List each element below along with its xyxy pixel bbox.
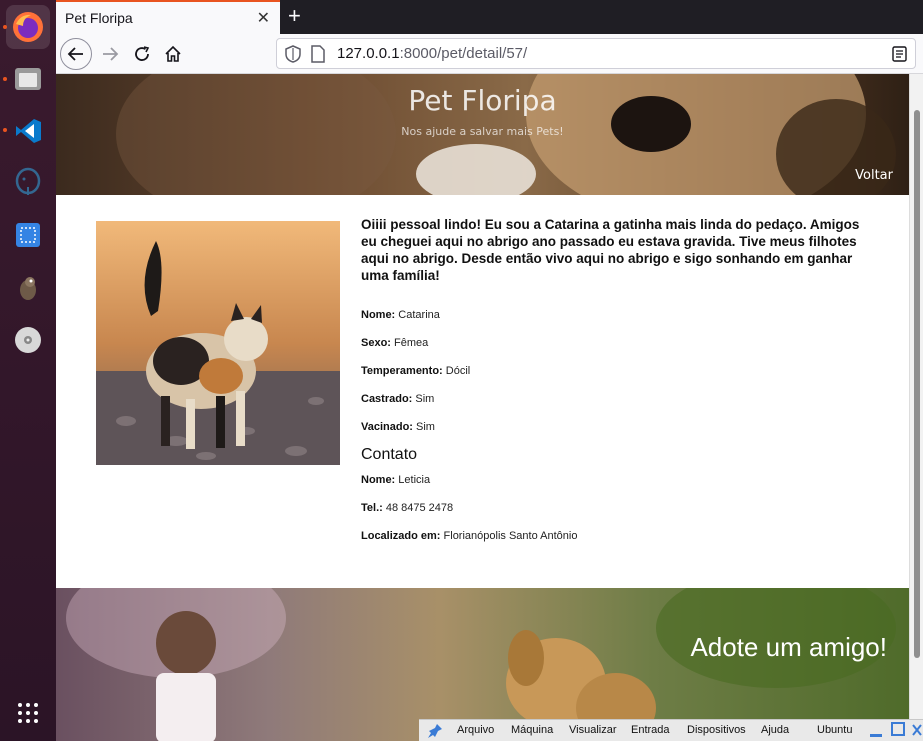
files-icon[interactable] xyxy=(6,57,50,101)
field-nome: Nome: Catarina xyxy=(361,309,440,321)
menu-visualizar[interactable]: Visualizar xyxy=(569,724,617,736)
field-label: Vacinado: xyxy=(361,421,413,433)
menu-entrada[interactable]: Entrada xyxy=(631,724,670,736)
close-tab-icon[interactable]: ✕ xyxy=(257,8,270,27)
field-label: Nome: xyxy=(361,309,396,321)
host-label: Ubuntu xyxy=(817,724,853,736)
field-value: Leticia xyxy=(398,474,431,486)
disc-icon[interactable] xyxy=(6,318,50,362)
back-button[interactable] xyxy=(60,38,92,70)
url-bar[interactable]: 127.0.0.1:8000/pet/detail/57/ xyxy=(276,38,916,69)
home-button[interactable] xyxy=(157,38,189,70)
reload-icon xyxy=(135,46,150,61)
field-label: Temperamento: xyxy=(361,365,443,377)
settings-icon[interactable] xyxy=(911,723,923,737)
field-vacinado: Vacinado: Sim xyxy=(361,421,435,433)
url-text: 127.0.0.1:8000/pet/detail/57/ xyxy=(337,45,527,62)
field-value: 48 8475 2478 xyxy=(385,502,454,514)
field-value: Fêmea xyxy=(394,337,429,349)
pet-description: Oiiii pessoal lindo! Eu sou a Catarina a… xyxy=(361,217,860,283)
screenshot-icon[interactable] xyxy=(6,213,50,257)
screen: Pet Floripa ✕ + 127.0.0.1:8000/pet/detai… xyxy=(0,0,923,741)
field-label: Castrado: xyxy=(361,393,413,405)
home-icon xyxy=(165,45,181,62)
field-value: Catarina xyxy=(398,309,440,321)
header-banner: Pet Floripa Nos ajude a salvar mais Pets… xyxy=(56,74,909,195)
gimp-icon[interactable] xyxy=(6,265,50,309)
field-value: Sim xyxy=(416,421,435,433)
adopt-title: Adote um amigo! xyxy=(690,632,887,662)
ubuntu-dock xyxy=(0,0,56,741)
menu-dispositivos[interactable]: Dispositivos xyxy=(687,724,746,736)
arrow-right-icon xyxy=(103,47,119,61)
navigation-bar: 127.0.0.1:8000/pet/detail/57/ xyxy=(56,34,923,74)
back-link[interactable]: Voltar xyxy=(855,168,893,183)
url-host: 127.0.0.1 xyxy=(337,45,400,62)
page-scrollbar[interactable] xyxy=(909,74,923,741)
field-value: Sim xyxy=(415,393,435,405)
site-title: Pet Floripa xyxy=(408,84,557,117)
contact-nome: Nome: Leticia xyxy=(361,474,430,486)
field-label: Nome: xyxy=(361,474,396,486)
tab-bar: Pet Floripa ✕ + xyxy=(56,0,923,34)
url-path: :8000/pet/detail/57/ xyxy=(399,45,528,62)
field-temperamento: Temperamento: Dócil xyxy=(361,365,470,377)
pet-photo xyxy=(96,221,340,465)
field-value: Dócil xyxy=(445,365,471,377)
scroll-thumb[interactable] xyxy=(914,110,920,658)
page-icon[interactable] xyxy=(311,45,325,63)
field-label: Tel.: xyxy=(361,502,383,514)
postgres-icon[interactable] xyxy=(6,160,50,204)
pin-icon[interactable] xyxy=(427,723,443,739)
tab-pet-floripa[interactable]: Pet Floripa ✕ xyxy=(56,0,280,34)
apps-grid-icon[interactable] xyxy=(6,691,50,735)
menu-arquivo[interactable]: Arquivo xyxy=(457,724,494,736)
firefox-window: Pet Floripa ✕ + 127.0.0.1:8000/pet/detai… xyxy=(56,0,923,741)
reader-view-icon[interactable] xyxy=(892,46,907,62)
firefox-icon[interactable] xyxy=(6,5,50,49)
menu-ajuda[interactable]: Ajuda xyxy=(761,724,789,736)
field-label: Sexo: xyxy=(361,337,391,349)
new-tab-icon[interactable]: + xyxy=(288,3,301,29)
menu-maquina[interactable]: Máquina xyxy=(511,724,553,736)
site-subtitle: Nos ajude a salvar mais Pets! xyxy=(401,125,564,138)
arrow-left-icon xyxy=(67,47,83,61)
shield-icon[interactable] xyxy=(285,45,301,63)
restore-icon[interactable] xyxy=(891,722,905,736)
minimize-icon[interactable] xyxy=(869,724,883,738)
field-sexo: Sexo: Fêmea xyxy=(361,337,428,349)
contact-tel: Tel.: 48 8475 2478 xyxy=(361,502,453,514)
contact-heading: Contato xyxy=(361,446,418,463)
tab-title: Pet Floripa xyxy=(65,10,133,26)
field-value: Florianópolis Santo Antônio xyxy=(443,530,578,542)
vscode-icon[interactable] xyxy=(6,109,50,153)
page-content: Pet Floripa Nos ajude a salvar mais Pets… xyxy=(56,74,909,741)
field-castrado: Castrado: Sim xyxy=(361,393,434,405)
reload-button[interactable] xyxy=(126,38,158,70)
virtualbox-menu-bar: Arquivo Máquina Visualizar Entrada Dispo… xyxy=(419,719,923,741)
field-label: Localizado em: xyxy=(361,530,441,542)
contact-location: Localizado em: Florianópolis Santo Antôn… xyxy=(361,530,577,542)
forward-button[interactable] xyxy=(94,38,126,70)
